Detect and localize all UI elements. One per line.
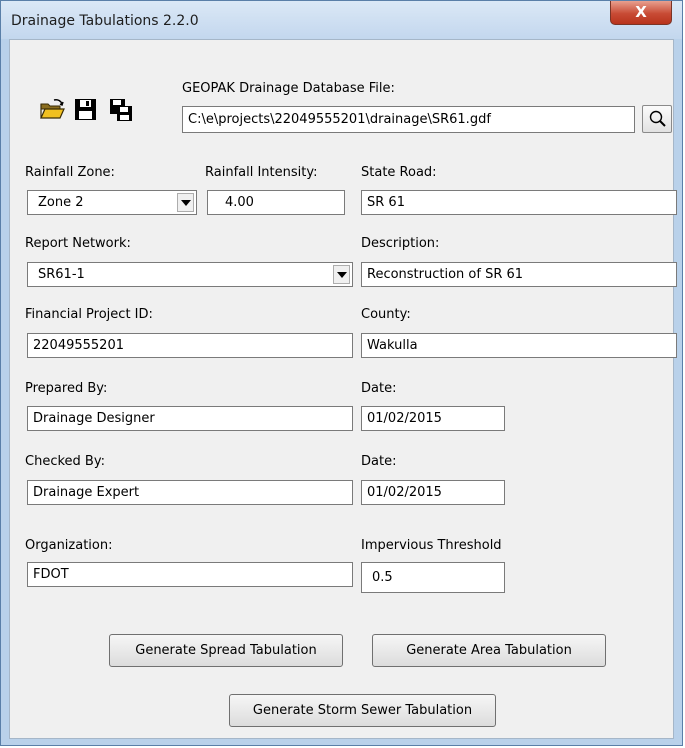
- folder-open-icon[interactable]: [38, 96, 66, 126]
- county-field[interactable]: Wakulla: [361, 333, 677, 358]
- prepared-date-label: Date:: [361, 381, 397, 396]
- close-button[interactable]: X: [610, 1, 672, 25]
- state-road-field[interactable]: SR 61: [361, 190, 677, 215]
- title-bar[interactable]: Drainage Tabulations 2.2.0 X: [1, 1, 682, 39]
- organization-label: Organization:: [25, 538, 113, 553]
- rainfall-intensity-field[interactable]: 4.00: [207, 190, 345, 215]
- checked-date-field[interactable]: 01/02/2015: [361, 480, 505, 505]
- report-network-value: SR61-1: [38, 267, 85, 282]
- rainfall-zone-value: Zone 2: [38, 195, 84, 210]
- generate-storm-sewer-tabulation-button[interactable]: Generate Storm Sewer Tabulation: [229, 694, 496, 727]
- rainfall-zone-label: Rainfall Zone:: [25, 165, 115, 180]
- dialog-window: Drainage Tabulations 2.2.0 X GEOPAK Drai…: [0, 0, 683, 746]
- close-icon: X: [635, 3, 647, 21]
- rainfall-zone-select[interactable]: Zone 2: [27, 190, 197, 215]
- generate-area-tabulation-button[interactable]: Generate Area Tabulation: [372, 634, 606, 667]
- magnifier-icon: [649, 110, 666, 127]
- description-field[interactable]: Reconstruction of SR 61: [361, 262, 677, 287]
- county-label: County:: [361, 307, 411, 322]
- checked-date-label: Date:: [361, 454, 397, 469]
- prepared-by-field[interactable]: Drainage Designer: [27, 406, 353, 431]
- chevron-down-icon[interactable]: [333, 265, 350, 284]
- dialog-body: GEOPAK Drainage Database File: C:\e\proj…: [9, 39, 677, 739]
- chevron-down-icon[interactable]: [177, 193, 194, 212]
- financial-project-id-label: Financial Project ID:: [25, 307, 153, 322]
- impervious-threshold-field[interactable]: 0.5: [361, 562, 505, 593]
- prepared-by-label: Prepared By:: [25, 381, 108, 396]
- save-floppy-icon[interactable]: [72, 96, 100, 126]
- browse-database-button[interactable]: [642, 105, 672, 133]
- description-label: Description:: [361, 236, 440, 251]
- checked-by-label: Checked By:: [25, 454, 105, 469]
- window-title: Drainage Tabulations 2.2.0: [11, 13, 199, 29]
- impervious-threshold-label: Impervious Threshold: [361, 538, 502, 553]
- rainfall-intensity-label: Rainfall Intensity:: [205, 165, 318, 180]
- checked-by-field[interactable]: Drainage Expert: [27, 480, 353, 505]
- generate-spread-tabulation-button[interactable]: Generate Spread Tabulation: [109, 634, 343, 667]
- organization-field[interactable]: FDOT: [27, 562, 353, 587]
- save-all-icon[interactable]: [107, 96, 135, 126]
- database-file-path-field[interactable]: C:\e\projects\22049555201\drainage\SR61.…: [182, 106, 635, 133]
- database-file-label: GEOPAK Drainage Database File:: [182, 81, 395, 96]
- report-network-label: Report Network:: [25, 236, 131, 251]
- state-road-label: State Road:: [361, 165, 437, 180]
- prepared-date-field[interactable]: 01/02/2015: [361, 406, 505, 431]
- report-network-select[interactable]: SR61-1: [27, 262, 353, 287]
- financial-project-id-field[interactable]: 22049555201: [27, 333, 353, 358]
